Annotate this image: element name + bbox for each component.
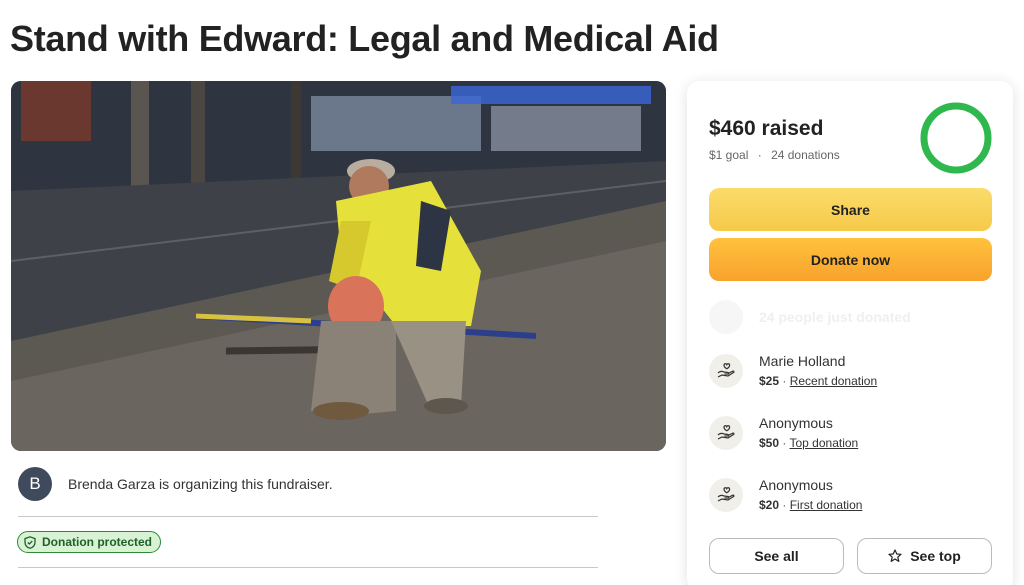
donor-name: Marie Holland (759, 353, 846, 369)
recent-activity-row: 24 people just donated (709, 300, 911, 334)
trend-icon (709, 300, 743, 334)
first-donation-link[interactable]: First donation (790, 498, 863, 512)
donor-item: Anonymous $50 · Top donation (709, 415, 858, 450)
campaign-image (11, 81, 666, 451)
recent-donation-link[interactable]: Recent donation (790, 374, 877, 388)
donor-name: Anonymous (759, 415, 833, 431)
amount-raised: $460 raised (709, 117, 824, 140)
hand-heart-icon (709, 478, 743, 512)
donation-amount: $20 (759, 498, 780, 512)
see-top-button[interactable]: See top (857, 538, 992, 574)
donation-protected-label: Donation protected (42, 535, 152, 549)
separator-dot: · (782, 374, 787, 388)
progress-ring (920, 102, 992, 174)
separator-dot: · (757, 148, 762, 162)
top-donation-link[interactable]: Top donation (790, 436, 859, 450)
see-top-label: See top (910, 548, 961, 564)
goal-summary: $1 goal · 24 donations (709, 148, 840, 162)
organizer-text: Brenda Garza is organizing this fundrais… (68, 476, 333, 492)
recent-activity-text: 24 people just donated (759, 309, 911, 325)
campaign-video-thumbnail[interactable] (11, 81, 666, 451)
donation-count: 24 donations (771, 148, 840, 162)
donor-item: Anonymous $20 · First donation (709, 477, 862, 512)
divider (18, 516, 598, 517)
separator-dot: · (782, 436, 787, 450)
donation-amount: $25 (759, 374, 780, 388)
goal-text: $1 goal (709, 148, 749, 162)
hand-heart-icon (709, 416, 743, 450)
donor-name: Anonymous (759, 477, 833, 493)
star-icon (888, 549, 902, 562)
page-title: Stand with Edward: Legal and Medical Aid (10, 18, 719, 59)
donate-now-button[interactable]: Donate now (709, 238, 992, 281)
divider (18, 567, 598, 568)
share-button[interactable]: Share (709, 188, 992, 231)
organizer-avatar[interactable]: B (18, 467, 52, 501)
hand-heart-icon (709, 354, 743, 388)
see-all-button[interactable]: See all (709, 538, 844, 574)
donation-amount: $50 (759, 436, 780, 450)
separator-dot: · (782, 498, 787, 512)
donor-item: Marie Holland $25 · Recent donation (709, 353, 877, 388)
donation-protected-badge[interactable]: Donation protected (17, 531, 161, 553)
shield-icon (24, 535, 36, 549)
organizer-row: B Brenda Garza is organizing this fundra… (18, 466, 333, 502)
donation-sidebar-card: $460 raised $1 goal · 24 donations Share… (687, 81, 1013, 585)
